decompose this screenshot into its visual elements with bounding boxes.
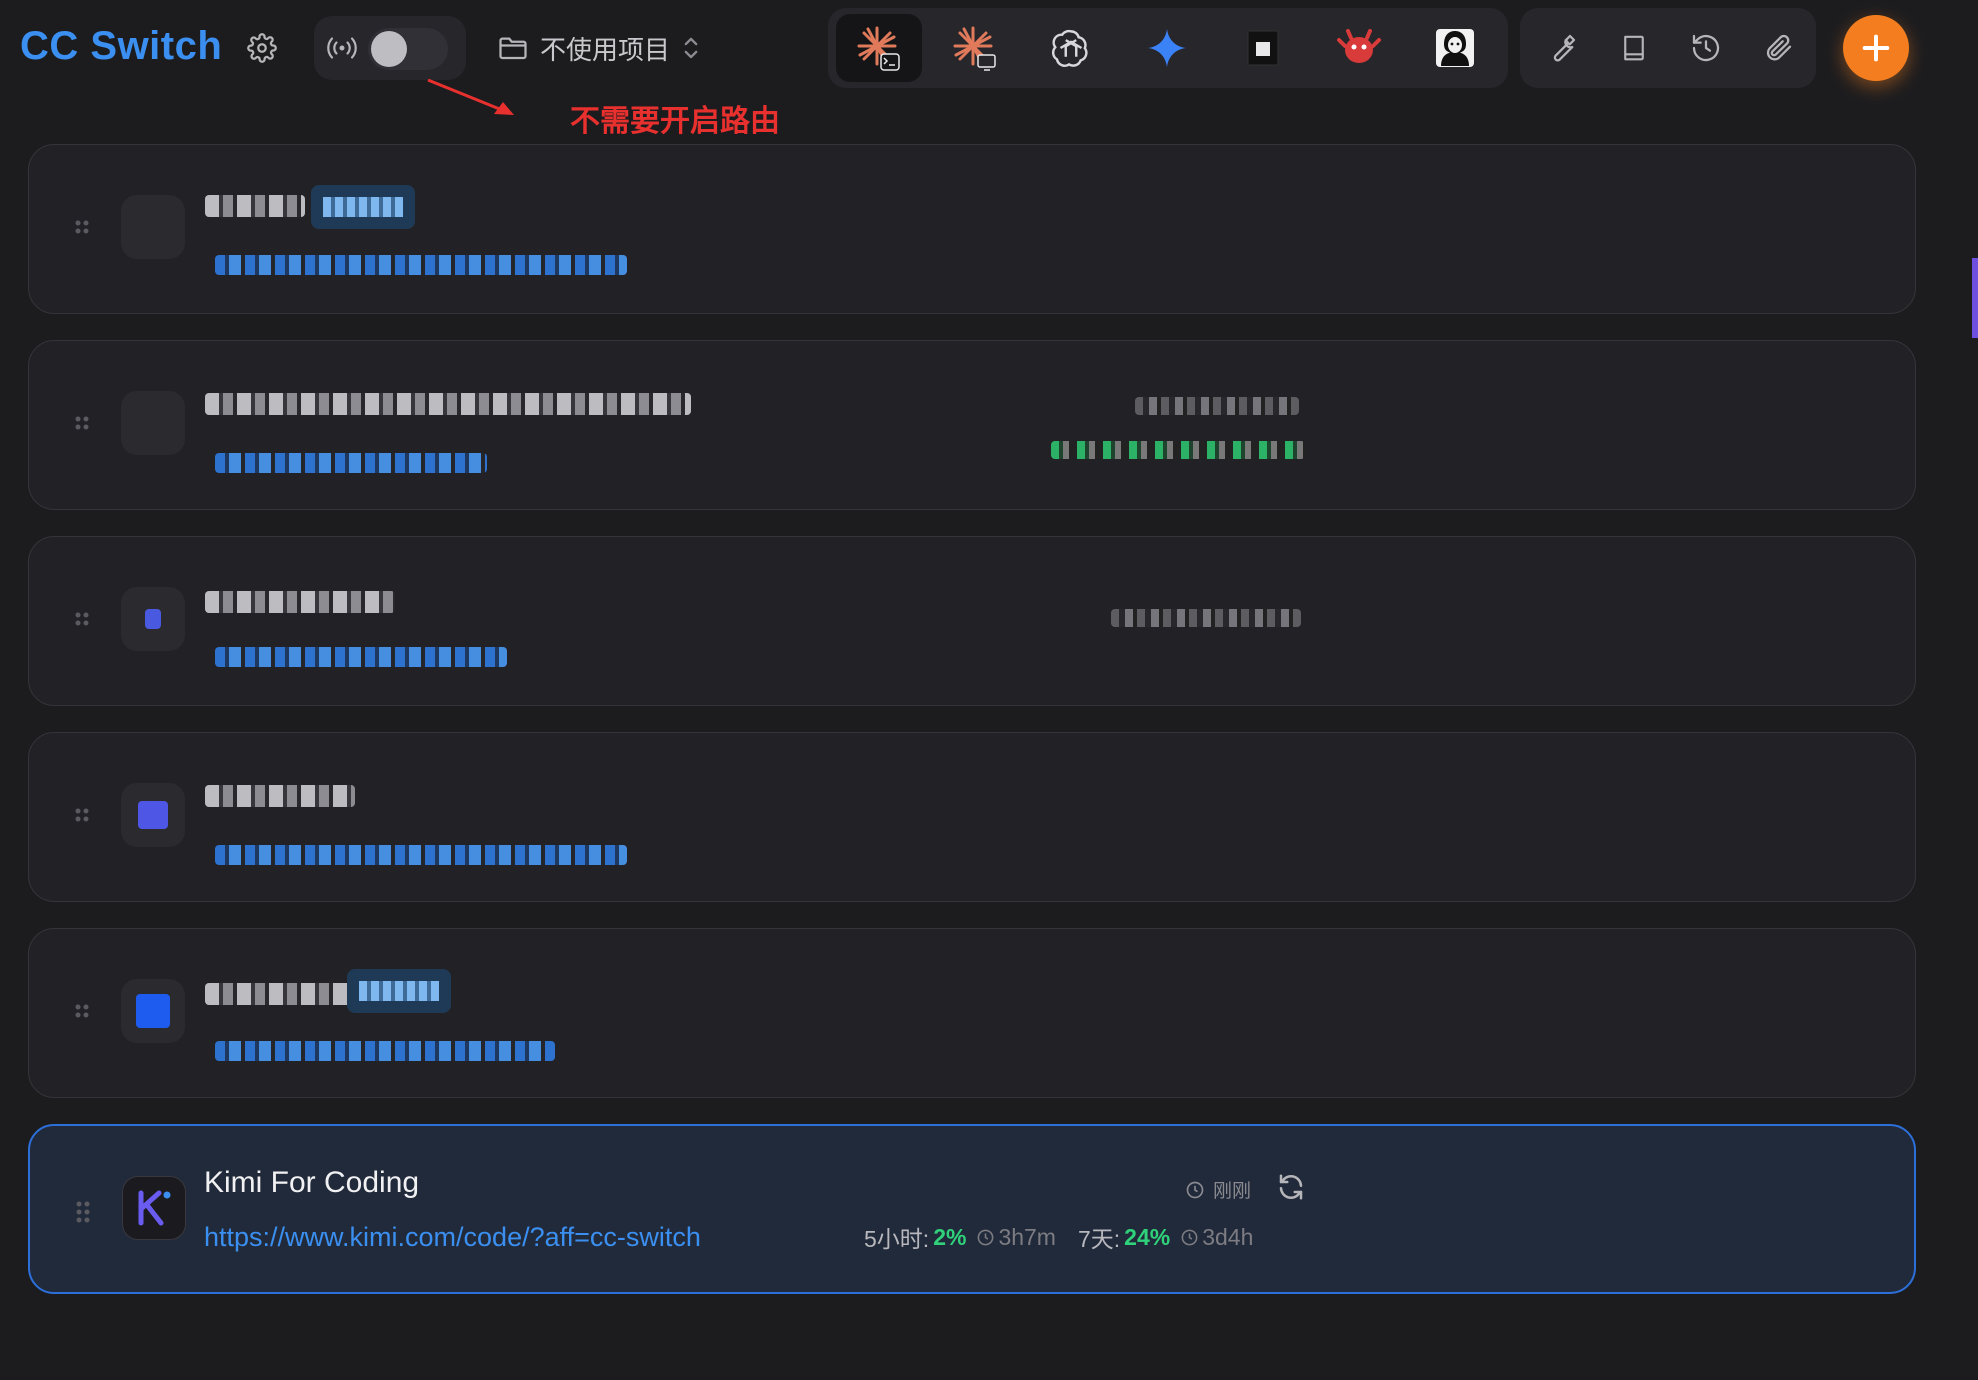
app-tab-gemini[interactable] — [1124, 14, 1210, 82]
provider-card[interactable] — [28, 732, 1916, 902]
drag-handle-icon[interactable] — [71, 999, 93, 1031]
last-checked-text: 刚刚 — [1213, 1181, 1252, 1202]
provider-logo-icon — [121, 391, 185, 455]
clock-icon — [1186, 1181, 1204, 1198]
usage-label-5h: 5小时: — [864, 1226, 930, 1252]
obscured-provider-name — [205, 591, 395, 613]
settings-button[interactable] — [244, 30, 280, 66]
clock-icon — [978, 1229, 994, 1245]
obscured-provider-url — [215, 647, 507, 667]
app-tab-avatar-app[interactable] — [1412, 14, 1498, 82]
usage-reset-5h-text: 3h7m — [998, 1223, 1056, 1250]
provider-logo-icon — [121, 979, 185, 1043]
app-title: CC Switch — [20, 24, 223, 68]
obscured-provider-name — [205, 983, 355, 1005]
window-edge-accent — [1972, 258, 1978, 338]
provider-card-active[interactable]: Kimi For Coding https://www.kimi.com/cod… — [28, 1124, 1916, 1294]
provider-card[interactable] — [28, 928, 1916, 1098]
proxy-control — [314, 16, 466, 80]
proxy-toggle[interactable] — [368, 28, 448, 70]
obscured-badge — [311, 185, 415, 229]
usage-stats: 5小时: 2% 3h7m 7天: 24% 3d4h — [864, 1220, 1253, 1254]
usage-reset-7d: 3d4h — [1180, 1224, 1253, 1251]
drag-handle-icon[interactable] — [71, 411, 93, 443]
wrench-icon — [1553, 34, 1576, 62]
provider-card[interactable] — [28, 144, 1916, 314]
obscured-provider-name — [205, 393, 691, 415]
history-button[interactable] — [1682, 24, 1730, 72]
kimi-logo-icon — [138, 1190, 171, 1226]
clock-icon — [1181, 1229, 1198, 1245]
openai-icon — [1052, 29, 1088, 67]
add-provider-button[interactable] — [1843, 15, 1909, 81]
obscured-provider-url — [215, 1041, 555, 1061]
prompts-button[interactable] — [1610, 24, 1658, 72]
obscured-provider-name — [205, 195, 305, 217]
app-tab-openclaw[interactable] — [1316, 14, 1402, 82]
toggle-knob — [371, 31, 407, 67]
app-window: CC Switch 不使用项目 不需要开启路由 Kimi For Coding … — [0, 0, 1978, 1380]
claude-terminal-icon — [857, 26, 900, 71]
paperclip-icon — [1766, 34, 1792, 61]
obscured-provider-url — [215, 255, 627, 275]
obscured-usage-time — [1111, 609, 1301, 627]
provider-logo-icon — [121, 195, 185, 259]
drag-handle-icon[interactable] — [71, 215, 93, 247]
obscured-usage-time — [1135, 397, 1299, 415]
usage-percent-5h: 2% — [933, 1223, 967, 1250]
chevron-up-down-icon — [684, 37, 698, 59]
provider-url-link[interactable]: https://www.kimi.com/code/?aff=cc-switch — [204, 1222, 701, 1253]
plus-icon — [1862, 34, 1890, 62]
provider-name: Kimi For Coding — [204, 1166, 420, 1199]
avatar-app-icon — [1436, 29, 1474, 67]
project-label: 不使用项目 — [540, 34, 671, 65]
gear-icon — [247, 33, 277, 63]
app-tab-codex[interactable] — [1028, 14, 1114, 82]
obscured-usage-stats — [1051, 441, 1305, 459]
provider-logo-icon — [121, 783, 185, 847]
provider-card[interactable] — [28, 340, 1916, 510]
obscured-badge — [347, 969, 451, 1013]
tools-button[interactable] — [1538, 24, 1586, 72]
claude-desktop-icon — [953, 26, 996, 71]
history-icon — [1692, 34, 1720, 62]
book-icon — [1624, 35, 1644, 61]
folder-icon — [499, 37, 527, 60]
drag-handle-icon[interactable] — [71, 803, 93, 835]
provider-card[interactable] — [28, 536, 1916, 706]
app-tab-opencode[interactable] — [1220, 14, 1306, 82]
drag-handle-icon[interactable] — [71, 607, 93, 639]
app-tab-claude-code[interactable] — [836, 14, 922, 82]
red-creature-icon — [1337, 29, 1381, 63]
broadcast-signal-icon — [327, 37, 357, 59]
usage-label-7d: 7天: — [1077, 1226, 1121, 1252]
usage-reset-7d-text: 3d4h — [1202, 1223, 1254, 1250]
app-tab-claude-desktop[interactable] — [932, 14, 1018, 82]
obscured-provider-url — [215, 845, 627, 865]
project-selector[interactable]: 不使用项目 — [498, 26, 728, 70]
annotation-text: 不需要开启路由 — [570, 105, 780, 138]
usage-percent-7d: 24% — [1124, 1223, 1171, 1250]
attachments-button[interactable] — [1754, 24, 1802, 72]
toolbar — [1520, 8, 1816, 88]
provider-logo-icon — [122, 1176, 186, 1240]
drag-handle-icon[interactable] — [72, 1196, 94, 1228]
obscured-provider-name — [205, 785, 355, 807]
obscured-provider-url — [215, 453, 487, 473]
gemini-icon — [1147, 28, 1187, 68]
app-switcher — [828, 8, 1508, 88]
provider-logo-icon — [121, 587, 185, 651]
usage-reset-5h: 3h7m — [976, 1224, 1056, 1251]
last-checked: 刚刚 — [1185, 1176, 1251, 1203]
square-app-icon — [1247, 30, 1279, 66]
refresh-icon[interactable] — [1276, 1172, 1306, 1202]
annotation-arrow-icon — [427, 78, 514, 115]
header: CC Switch 不使用项目 — [0, 0, 1978, 100]
